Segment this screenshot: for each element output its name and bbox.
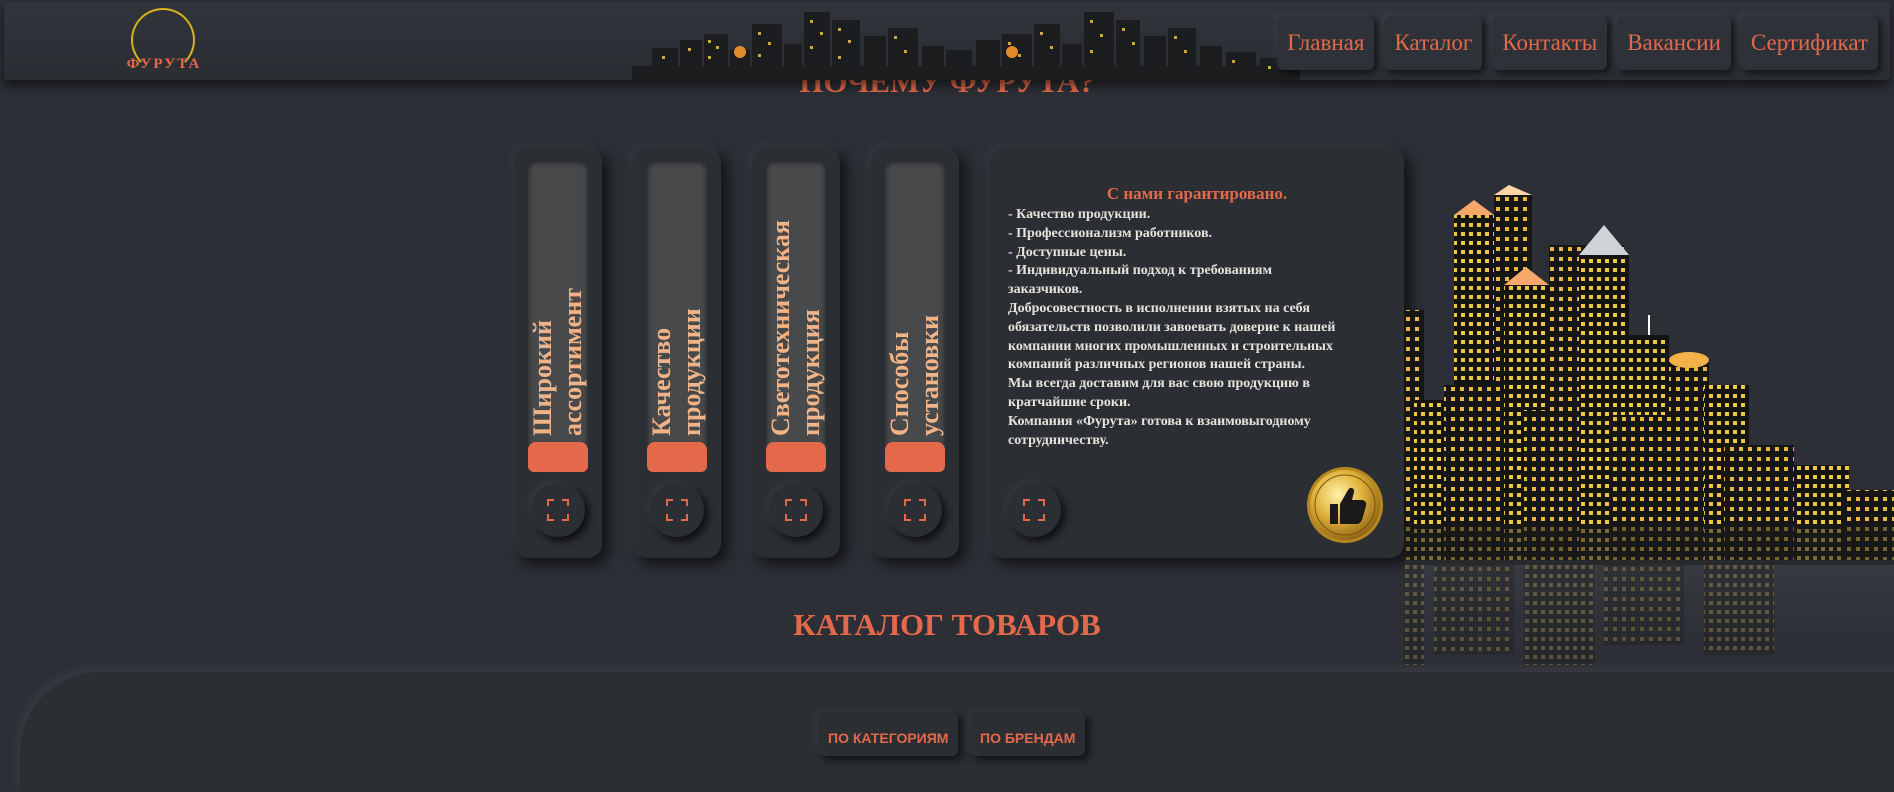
- guarantee-line: заказчиков.: [1008, 282, 1083, 298]
- card-label: Качество продукции: [647, 162, 707, 442]
- logo[interactable]: ФУРУТА: [119, 8, 209, 76]
- section-title-catalog: КАТАЛОГ ТОВАРОВ: [793, 607, 1101, 642]
- expand-button[interactable]: [531, 483, 585, 537]
- card-label-line-2: продукция: [796, 309, 825, 436]
- card-label-line-1: Способы: [885, 331, 914, 436]
- guarantee-line: Компания «Фурута» готова к взаимовыгодно…: [1008, 413, 1311, 429]
- card-label-wrap: Широкий ассортимент: [528, 162, 588, 442]
- nav-item-contacts[interactable]: Контакты: [1492, 16, 1608, 70]
- guarantee-line: Добросовестность в исполнении взятых на …: [1008, 300, 1310, 316]
- expand-button[interactable]: [650, 483, 704, 537]
- guarantee-line: - Профессионализм работников.: [1008, 225, 1212, 241]
- guarantee-line: компании многих промышленных и строитель…: [1008, 338, 1333, 354]
- card-label: Широкий ассортимент: [528, 162, 588, 442]
- feature-card-installation[interactable]: Способы установки: [871, 148, 959, 558]
- expand-button[interactable]: [769, 483, 823, 537]
- card-label: Светотехническая продукция: [766, 162, 826, 442]
- guarantee-line: - Индивидуальный подход к требованиям: [1008, 263, 1273, 279]
- main-nav: Главная Каталог Контакты Вакансии Сертиф…: [1277, 16, 1878, 70]
- guarantee-line: - Качество продукции.: [1008, 207, 1151, 222]
- nav-item-certificate[interactable]: Сертификат: [1740, 16, 1878, 70]
- card-bar-accent: [647, 442, 707, 472]
- nav-item-vacancies[interactable]: Вакансии: [1617, 16, 1731, 70]
- logo-text: ФУРУТА: [126, 56, 202, 72]
- expand-button[interactable]: [888, 483, 942, 537]
- expand-icon: [785, 499, 807, 521]
- card-bar-accent: [528, 442, 588, 472]
- card-label-wrap: Качество продукции: [647, 162, 707, 442]
- card-label-line-1: Светотехническая: [766, 220, 795, 436]
- card-label: Способы установки: [885, 162, 945, 442]
- nav-item-catalog[interactable]: Каталог: [1384, 16, 1483, 70]
- card-bar-accent: [766, 442, 826, 472]
- card-label-line-2: продукции: [677, 308, 706, 436]
- card-label-line-2: установки: [915, 314, 944, 436]
- feature-card-lighting[interactable]: Светотехническая продукция: [752, 148, 840, 558]
- feature-card-assortment[interactable]: Широкий ассортимент: [514, 148, 602, 558]
- expand-icon: [547, 499, 569, 521]
- city-skyline-illustration: [1404, 185, 1894, 675]
- nav-item-home[interactable]: Главная: [1277, 16, 1375, 70]
- expand-button[interactable]: [1007, 483, 1061, 537]
- expand-icon: [904, 499, 926, 521]
- skyline-banner-image: [632, 12, 1300, 80]
- card-label-wrap: Светотехническая продукция: [766, 162, 826, 442]
- guarantee-card: С нами гарантировано. - Качество продукц…: [990, 148, 1404, 558]
- expand-icon: [666, 499, 688, 521]
- guarantee-line: - Доступные цены.: [1008, 244, 1127, 260]
- site-header: ФУРУТА Главная Каталог Контакты Вакансии…: [4, 2, 1890, 80]
- card-label-line-1: Качество: [647, 327, 676, 436]
- guarantee-line: сотрудничеству.: [1008, 432, 1109, 448]
- guarantee-line: компаний различных регионов нашей страны…: [1008, 357, 1306, 373]
- thumbs-up-icon: [1307, 467, 1383, 543]
- guarantee-title: С нами гарантировано.: [1106, 184, 1288, 203]
- guarantee-text: - Качество продукции. - Профессионализм …: [1008, 206, 1393, 450]
- guarantee-line: Мы всегда доставим для вас свою продукци…: [1008, 376, 1310, 392]
- card-bar-accent: [885, 442, 945, 472]
- guarantee-line: обязательств позволили завоевать доверие…: [1008, 319, 1336, 335]
- card-label-line-1: Широкий: [528, 320, 557, 436]
- card-label-line-2: ассортимент: [558, 288, 587, 436]
- guarantee-line: кратчайшие сроки.: [1008, 394, 1131, 410]
- tab-by-brand[interactable]: ПО БРЕНДАМ: [970, 712, 1086, 756]
- expand-icon: [1023, 499, 1045, 521]
- tab-by-category[interactable]: ПО КАТЕГОРИЯМ: [818, 712, 959, 756]
- feature-card-quality[interactable]: Качество продукции: [633, 148, 721, 558]
- card-label-wrap: Способы установки: [885, 162, 945, 442]
